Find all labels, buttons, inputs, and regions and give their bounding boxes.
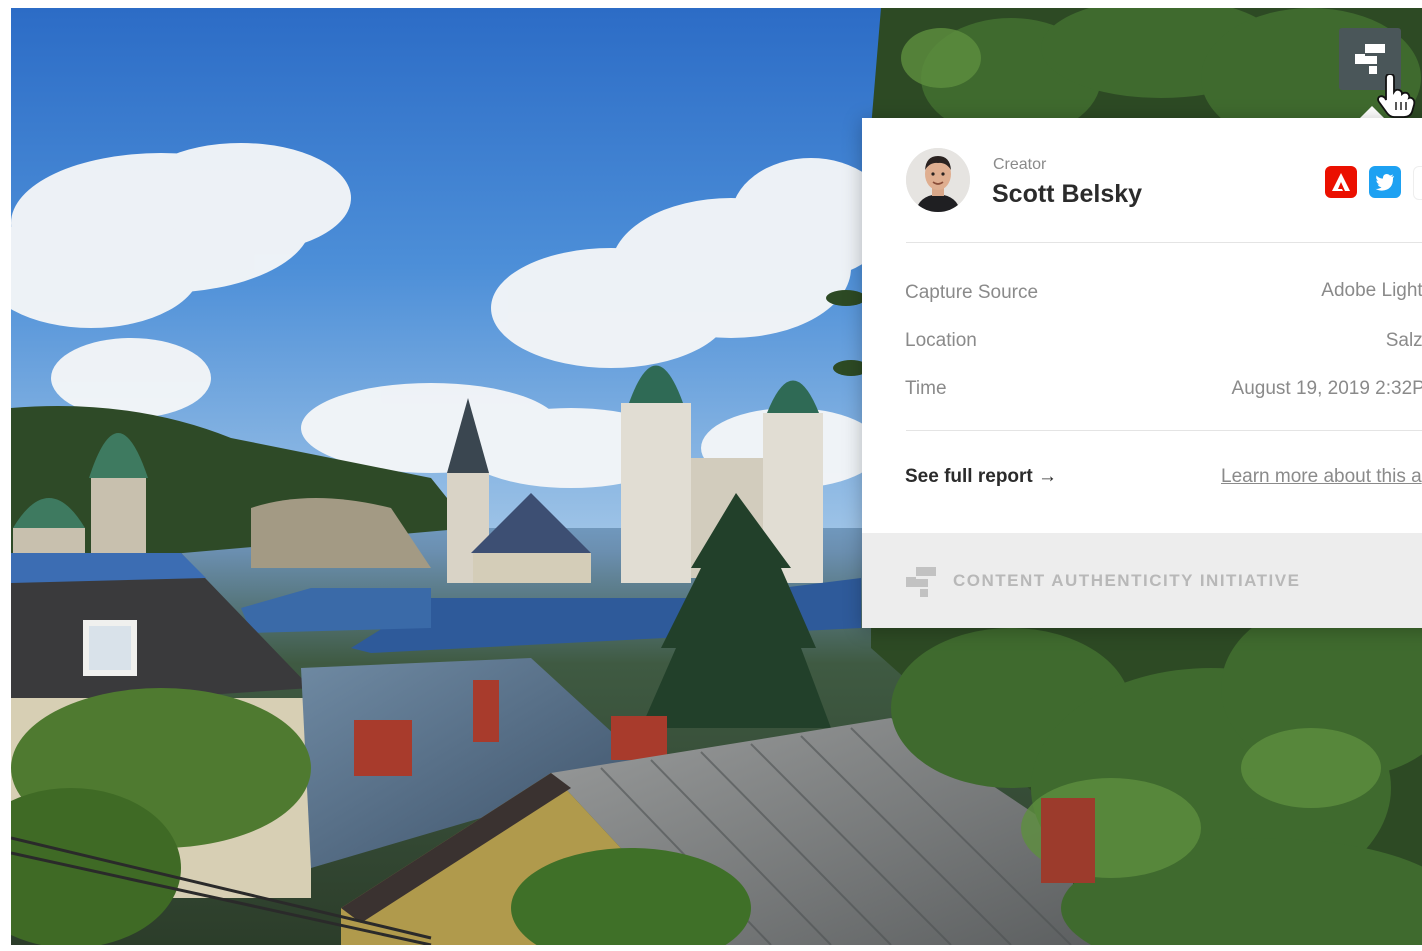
hand-cursor-icon: [1377, 74, 1416, 118]
adobe-icon[interactable]: [1325, 166, 1357, 198]
cai-brand-text: CONTENT AUTHENTICITY INITIATIVE: [953, 571, 1301, 590]
time-value: August 19, 2019 2:32PM (C: [1231, 378, 1422, 399]
creator-name: Scott Belsky: [992, 180, 1143, 208]
location-label: Location: [905, 330, 977, 351]
capture-source-label: Capture Source: [905, 282, 1039, 303]
see-full-report-link[interactable]: See full report →: [905, 466, 1057, 488]
twitter-icon[interactable]: [1369, 166, 1401, 198]
divider-bottom: [906, 430, 1422, 431]
creator-label: Creator: [993, 156, 1047, 173]
avatar-image: [906, 148, 970, 212]
card-footer: CONTENT AUTHENTICITY INITIATIVE: [862, 533, 1422, 628]
app-frame: Creator Scott Belsky Capture Source Adob…: [0, 0, 1422, 951]
capture-source-value: Adobe Lightroom: [1321, 280, 1422, 301]
cai-logo-icon: [1355, 44, 1385, 74]
other-social-icon[interactable]: [1413, 166, 1422, 200]
divider-top: [906, 242, 1422, 243]
content-credentials-popover: Creator Scott Belsky Capture Source Adob…: [862, 118, 1422, 628]
creator-avatar: [906, 148, 970, 212]
location-value: Salzburg,: [1385, 330, 1422, 351]
cai-footer-logo-icon: [906, 567, 936, 597]
learn-more-link[interactable]: Learn more about this a: [1221, 466, 1422, 488]
time-label: Time: [905, 378, 947, 399]
